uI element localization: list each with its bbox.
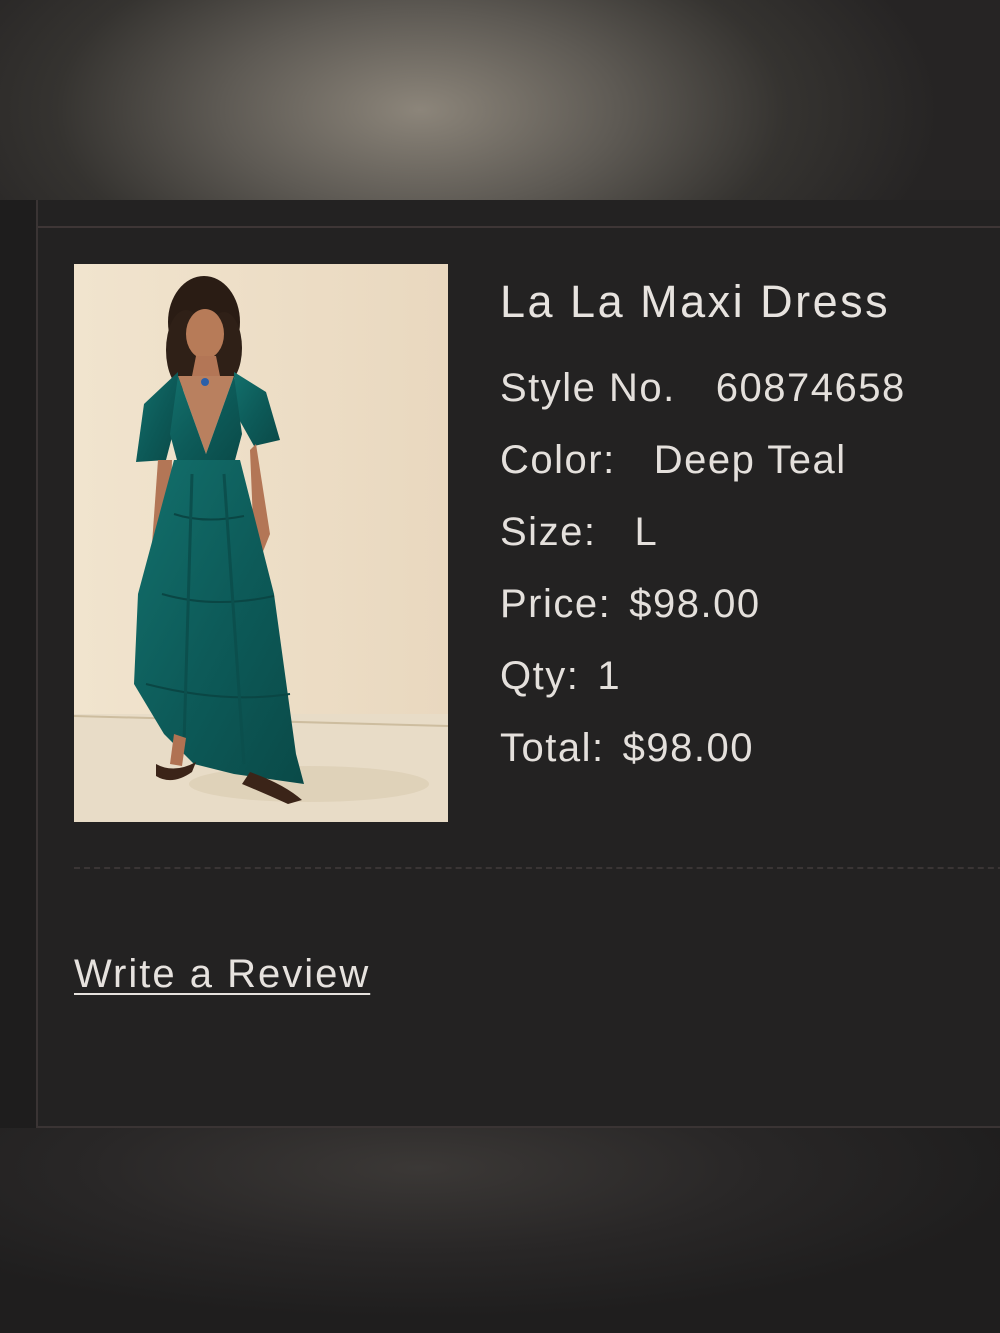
size-label: Size: [500,510,597,554]
color-label: Color: [500,438,616,482]
product-title[interactable]: La La Maxi Dress [500,274,1000,330]
write-review-link[interactable]: Write a Review [74,952,370,997]
size-value: L [634,510,659,554]
style-number-value: 60874658 [715,366,906,410]
color-value: Deep Teal [653,438,847,482]
total-row: Total: $98.00 [500,728,1000,800]
dress-photo [74,264,448,822]
card-top-divider [38,226,1000,228]
style-number-row: Style No. 60874658 [500,368,1000,440]
price-value: $98.00 [629,582,761,626]
quantity-value: 1 [597,654,622,698]
dashed-divider [74,867,1000,869]
style-number-label: Style No. [500,366,676,410]
detail-list: Style No. 60874658 Color: Deep Teal Size: L… [500,368,1000,800]
order-item-page: La La Maxi Dress Style No. 60874658 Color… [0,0,1000,1333]
top-background-band [0,0,1000,200]
size-row: Size: L [500,512,1000,584]
product-details: La La Maxi Dress Style No. 60874658 Color… [500,274,1000,800]
quantity-row: Qty: 1 [500,656,1000,728]
price-label: Price: [500,582,612,626]
color-row: Color: Deep Teal [500,440,1000,512]
total-value: $98.00 [622,726,754,770]
quantity-label: Qty: [500,654,580,698]
price-row: Price: $98.00 [500,584,1000,656]
bottom-background-band [0,1128,1000,1333]
total-label: Total: [500,726,605,770]
order-item-card: La La Maxi Dress Style No. 60874658 Color… [36,200,1000,1128]
product-image[interactable] [74,264,448,822]
